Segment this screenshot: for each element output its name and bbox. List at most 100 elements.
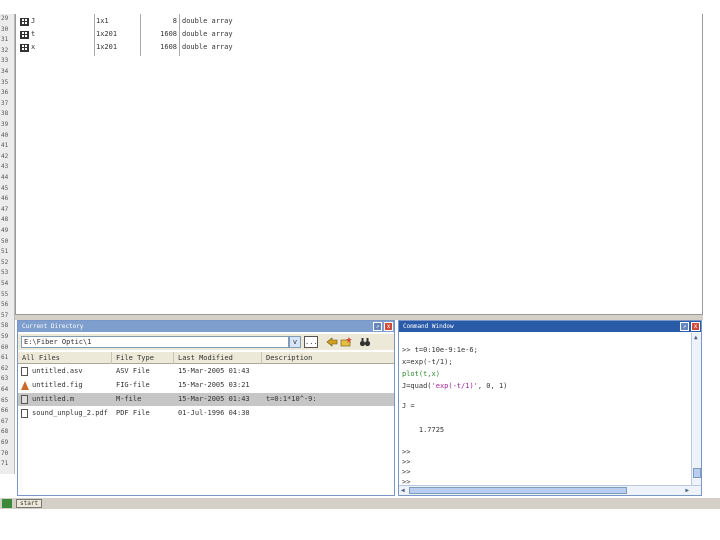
command-output[interactable]: >> t=0:10e-9:1e-6; x=exp(-t/1); plot(t,x) J… [402,334,690,486]
line-number: 29 [1,15,9,22]
variable-row[interactable]: t 1x201 1608 double array [16,29,256,40]
close-icon[interactable]: x [691,322,700,331]
scroll-up-icon[interactable]: ▲ [694,334,698,341]
line-number: 66 [1,407,9,415]
command-line: >> [402,458,411,466]
line-number: 54 [1,280,9,287]
variable-bytes: 1608 [160,43,177,51]
command-line: >> [402,448,411,456]
array-grid-icon [20,18,29,26]
vertical-scroll-thumb[interactable] [693,468,701,478]
scroll-right-icon[interactable]: ▶ [685,487,689,494]
command-line: 1.7725 [402,426,445,434]
command-window-panel: Command Window ↗ x >> t=0:10e-9:1e-6; x=e… [398,320,702,496]
file-row[interactable]: untitled.m M-file 15-Mar-2005 01:43 t=0:1*1… [18,393,394,406]
variable-name: t [31,30,36,38]
file-type: PDF File [116,409,150,417]
command-text: J=quad( [402,382,432,390]
command-line: x=exp(-t/1); [402,358,453,366]
line-number: 55 [1,290,9,298]
up-folder-icon[interactable] [326,337,338,348]
variable-row[interactable]: x 1x201 1608 double array [16,42,256,53]
variable-size: 1x1 [96,17,109,25]
document-icon [21,367,28,376]
line-number: 71 [1,460,9,468]
file-type: FIG-file [116,381,150,389]
current-directory-panel: Current Directory ↗ x E:\Fiber Optic\1 v… [17,320,395,496]
line-number: 59 [1,333,9,340]
line-number: 40 [1,131,9,139]
variable-editor[interactable]: J 1x1 8 double array t 1x201 1608 double array x… [15,14,703,314]
file-name: untitled.fig [32,381,83,389]
column-header-description[interactable]: Description [262,352,394,364]
line-number: 39 [1,121,9,128]
find-binoculars-icon[interactable] [359,337,371,348]
variable-size: 1x201 [96,43,118,51]
line-number: 32 [1,46,9,54]
start-button[interactable]: start [16,499,43,508]
horizontal-scroll-thumb[interactable] [409,487,627,494]
column-header-last-modified[interactable]: Last Modified [174,352,262,364]
line-number: 70 [1,449,9,457]
close-icon[interactable]: x [384,322,393,331]
line-number: 30 [1,25,9,33]
right-edge-panel [703,14,720,496]
line-number: 49 [1,227,9,234]
command-window-title: Command Window [403,323,454,330]
line-number: 38 [1,110,9,118]
variable-class: double array [182,30,233,38]
file-name: untitled.asv [32,367,83,375]
line-number: 60 [1,343,9,351]
line-number: 52 [1,258,9,266]
directory-path-field[interactable]: E:\Fiber Optic\1 [21,336,289,348]
file-row[interactable]: untitled.asv ASV File 15-Mar-2005 01:43 [18,365,394,378]
undock-icon[interactable]: ↗ [373,322,382,331]
line-number: 65 [1,396,9,404]
new-folder-icon[interactable] [340,337,352,348]
file-modified: 15-Mar-2005 03:21 [178,381,250,389]
line-number: 53 [1,269,9,277]
file-row[interactable]: sound_unplug_2.pdf PDF File 01-Jul-1996 04… [18,407,394,420]
file-description: t=0:1*10^-9: [266,395,317,403]
file-row[interactable]: untitled.fig FIG-file 15-Mar-2005 03:21 [18,379,394,392]
chevron-down-icon[interactable]: v [289,336,301,348]
file-name: sound_unplug_2.pdf [32,409,108,417]
line-number: 41 [1,142,9,150]
column-header-file-type[interactable]: File Type [112,352,174,364]
file-modified: 15-Mar-2005 01:43 [178,395,250,403]
current-directory-title: Current Directory [22,323,84,330]
current-directory-titlebar: Current Directory ↗ x [18,321,394,332]
line-number: 63 [1,375,9,383]
variable-size: 1x201 [96,30,118,38]
line-number: 46 [1,195,9,203]
variable-name: x [31,43,36,51]
line-number-gutter: 29 30 31 32 33 34 35 36 37 38 39 40 41 42 43 44 45 46 47 48… [0,14,15,474]
line-number: 33 [1,57,9,65]
file-name: untitled.m [32,395,75,403]
column-header-all-files[interactable]: All Files [18,352,112,364]
command-line: plot(t,x) [402,370,440,378]
windows-logo-icon[interactable] [2,499,12,508]
variable-class: double array [182,17,233,25]
horizontal-scrollbar[interactable]: ◀ ▶ [399,485,701,495]
current-directory-toolbar: E:\Fiber Optic\1 v ... [18,334,394,350]
browse-button[interactable]: ... [304,336,318,348]
line-number: 51 [1,248,9,256]
line-number: 42 [1,152,9,160]
line-number: 62 [1,364,9,372]
line-number: 57 [1,311,9,319]
command-line: J = [402,402,415,410]
vertical-scrollbar[interactable]: ▲ [691,333,701,485]
command-text: , 0, 1) [477,382,508,390]
scroll-left-icon[interactable]: ◀ [401,487,405,494]
command-line: J=quad('exp(-t/1)', 0, 1) [402,382,507,390]
line-number: 50 [1,237,9,245]
line-number: 45 [1,184,9,192]
line-number: 37 [1,99,9,107]
file-type: M-file [116,395,142,403]
file-type: ASV File [116,367,150,375]
line-number: 48 [1,216,9,224]
undock-icon[interactable]: ↗ [680,322,689,331]
variable-row[interactable]: J 1x1 8 double array [16,16,256,27]
variable-class: double array [182,43,233,51]
